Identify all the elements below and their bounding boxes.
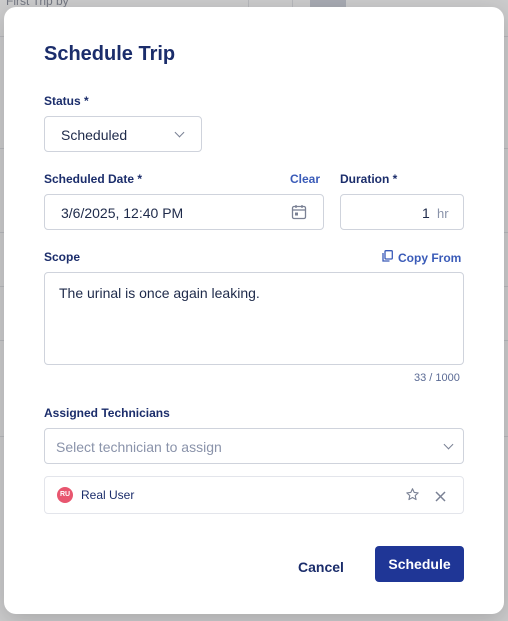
avatar: RU xyxy=(57,487,73,503)
scheduled-date-input[interactable]: 3/6/2025, 12:40 PM xyxy=(44,194,324,230)
technician-name: Real User xyxy=(81,488,135,502)
cancel-button[interactable]: Cancel xyxy=(286,555,356,579)
duration-label: Duration * xyxy=(340,172,398,186)
close-icon[interactable] xyxy=(435,489,446,507)
duration-value: 1 xyxy=(422,205,430,221)
status-value: Scheduled xyxy=(61,127,128,143)
schedule-button[interactable]: Schedule xyxy=(375,546,464,582)
status-label: Status * xyxy=(44,94,89,108)
calendar-icon[interactable] xyxy=(291,204,307,225)
technician-select-placeholder: Select technician to assign xyxy=(56,439,222,455)
clear-date-link[interactable]: Clear xyxy=(290,172,320,186)
scheduled-date-value: 3/6/2025, 12:40 PM xyxy=(61,205,184,221)
scope-character-counter: 33 / 1000 xyxy=(414,372,460,384)
duration-input[interactable]: 1 hr xyxy=(340,194,464,230)
duration-unit: hr xyxy=(437,206,449,221)
scope-label: Scope xyxy=(44,250,81,264)
chevron-down-icon xyxy=(443,439,454,450)
copy-icon xyxy=(382,250,393,265)
status-select[interactable]: Scheduled xyxy=(44,116,202,152)
dialog-title: Schedule Trip xyxy=(44,43,176,65)
assigned-technician-item: RU Real User xyxy=(44,476,464,514)
assigned-technicians-label: Assigned Technicians xyxy=(44,406,170,420)
chevron-down-icon xyxy=(174,127,185,138)
star-icon[interactable] xyxy=(405,487,420,507)
scope-value: The urinal is once again leaking. xyxy=(59,285,260,301)
copy-from-label: Copy From xyxy=(398,250,462,265)
scheduled-date-label: Scheduled Date * xyxy=(44,172,143,186)
schedule-trip-dialog: Schedule Trip Status * Scheduled Schedul… xyxy=(4,7,504,614)
scope-textarea[interactable]: The urinal is once again leaking. xyxy=(44,272,464,365)
technician-select[interactable]: Select technician to assign xyxy=(44,428,464,464)
copy-from-button[interactable]: Copy From xyxy=(382,250,461,265)
